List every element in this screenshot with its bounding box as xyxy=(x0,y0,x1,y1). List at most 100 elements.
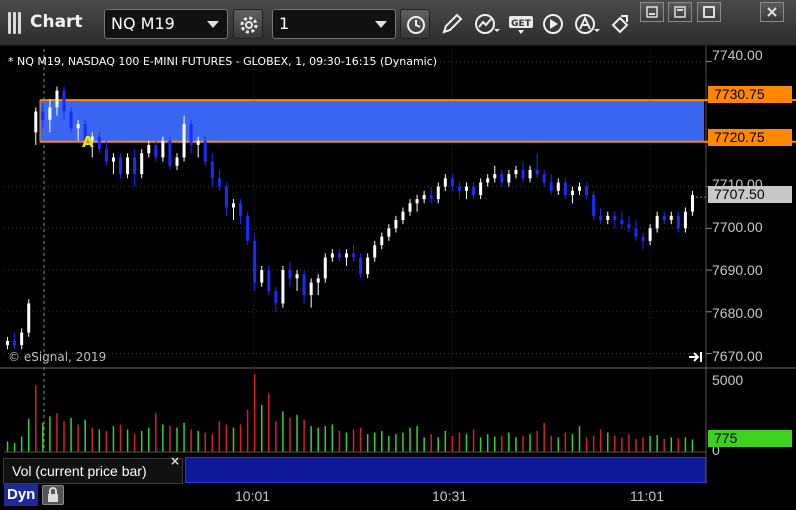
candle-body xyxy=(373,245,377,258)
play-button[interactable] xyxy=(539,10,569,38)
candle-body xyxy=(592,194,596,216)
candle-body xyxy=(281,270,285,304)
candle-body xyxy=(627,224,631,229)
candle-body xyxy=(634,228,638,237)
candle-body xyxy=(111,157,115,162)
close-icon xyxy=(767,7,777,17)
candle-body xyxy=(6,340,10,346)
candle-body xyxy=(472,186,476,195)
candle-body xyxy=(493,174,497,179)
candle-body xyxy=(556,182,560,191)
link-button[interactable] xyxy=(604,10,634,38)
marker-a[interactable]: A xyxy=(82,133,94,151)
candle-body xyxy=(528,169,532,179)
candle-body xyxy=(486,178,490,183)
close-button[interactable] xyxy=(760,2,784,22)
candle-body xyxy=(147,144,151,154)
price-zone xyxy=(40,100,704,142)
candle-body xyxy=(260,270,264,283)
candle-body xyxy=(133,157,137,175)
settings-button[interactable] xyxy=(233,9,263,39)
copyright-text: © eSignal, 2019 xyxy=(8,350,107,364)
candle-body xyxy=(415,199,419,204)
symbol-select[interactable]: NQ M19 xyxy=(104,9,228,39)
candle-body xyxy=(203,140,207,162)
pencil-draw-icon xyxy=(442,13,463,34)
draw-tool-button[interactable] xyxy=(437,10,467,38)
candle-body xyxy=(189,124,193,145)
candle-body xyxy=(570,190,574,195)
study-icon xyxy=(475,14,500,34)
candle-body xyxy=(119,157,123,175)
volume-study-label[interactable]: Vol (current price bar) xyxy=(3,458,183,484)
chevron-down-icon xyxy=(375,21,387,28)
restore-icon xyxy=(674,6,686,18)
candle-body xyxy=(436,186,440,200)
price-axis-label: 7680.00 xyxy=(712,305,763,321)
candle-body xyxy=(577,186,581,191)
dynamic-mode-button[interactable]: Dyn xyxy=(4,484,39,506)
link-icon xyxy=(611,15,629,34)
candle-body xyxy=(337,253,341,258)
candle-body xyxy=(344,253,348,258)
volume-study-strip xyxy=(185,457,706,483)
candle-body xyxy=(69,111,73,129)
price-axis-label: 7690.00 xyxy=(712,262,763,278)
candle-body xyxy=(521,169,525,179)
candle-body xyxy=(231,203,235,208)
candle-body xyxy=(309,282,313,296)
candle-body xyxy=(62,90,66,112)
volume-axis-max: 5000 xyxy=(712,372,744,388)
volume-close-icon[interactable]: × xyxy=(170,454,180,468)
clock-icon xyxy=(407,16,425,34)
window-title: Chart xyxy=(30,12,83,32)
candle-body xyxy=(542,174,546,183)
candle-body xyxy=(41,111,45,120)
time-axis-bar xyxy=(0,484,796,510)
candle-body xyxy=(683,211,687,229)
candle-body xyxy=(429,194,433,200)
minimize-icon xyxy=(646,6,658,18)
price-axis-label: 7670.00 xyxy=(712,348,763,364)
lock-button[interactable] xyxy=(42,485,64,505)
restore-button[interactable] xyxy=(668,2,692,22)
candle-body xyxy=(648,228,652,241)
candle-body xyxy=(316,278,320,283)
candle-body xyxy=(457,186,461,191)
candle-body xyxy=(217,178,221,187)
lock-icon xyxy=(48,487,58,502)
candle-body xyxy=(161,140,165,158)
candle-body xyxy=(620,220,624,225)
scroll-to-end-icon[interactable] xyxy=(688,351,704,363)
symbol-value: NQ M19 xyxy=(111,14,175,33)
candle-body xyxy=(394,220,398,229)
candle-body xyxy=(288,270,292,279)
alert-button[interactable] xyxy=(571,10,601,38)
time-button[interactable] xyxy=(400,9,430,39)
candle-body xyxy=(479,182,483,195)
get-data-button[interactable]: GET xyxy=(505,10,535,38)
candle-body xyxy=(676,215,680,229)
price-chart[interactable] xyxy=(0,46,796,484)
studies-button[interactable] xyxy=(471,10,501,38)
candle-body xyxy=(196,140,200,145)
time-axis-label: 10:01 xyxy=(235,488,271,504)
interval-select[interactable]: 1 xyxy=(272,9,396,39)
candle-body xyxy=(401,211,405,221)
play-icon xyxy=(543,14,563,34)
candle-body xyxy=(224,186,228,208)
candle-body xyxy=(613,215,617,221)
app-grip-icon[interactable] xyxy=(6,12,22,34)
candle-body xyxy=(267,270,271,291)
candle-body xyxy=(690,194,694,212)
candle-body xyxy=(655,215,659,229)
maximize-button[interactable] xyxy=(697,2,721,22)
zone-top-price-tag: 7730.75 xyxy=(708,86,792,103)
candle-body xyxy=(359,257,363,275)
candle-body xyxy=(380,236,384,246)
candle-body xyxy=(48,107,52,120)
minimize-button[interactable] xyxy=(640,2,664,22)
candle-body xyxy=(154,144,158,158)
candle-body xyxy=(387,228,391,237)
candle-body xyxy=(302,274,306,296)
